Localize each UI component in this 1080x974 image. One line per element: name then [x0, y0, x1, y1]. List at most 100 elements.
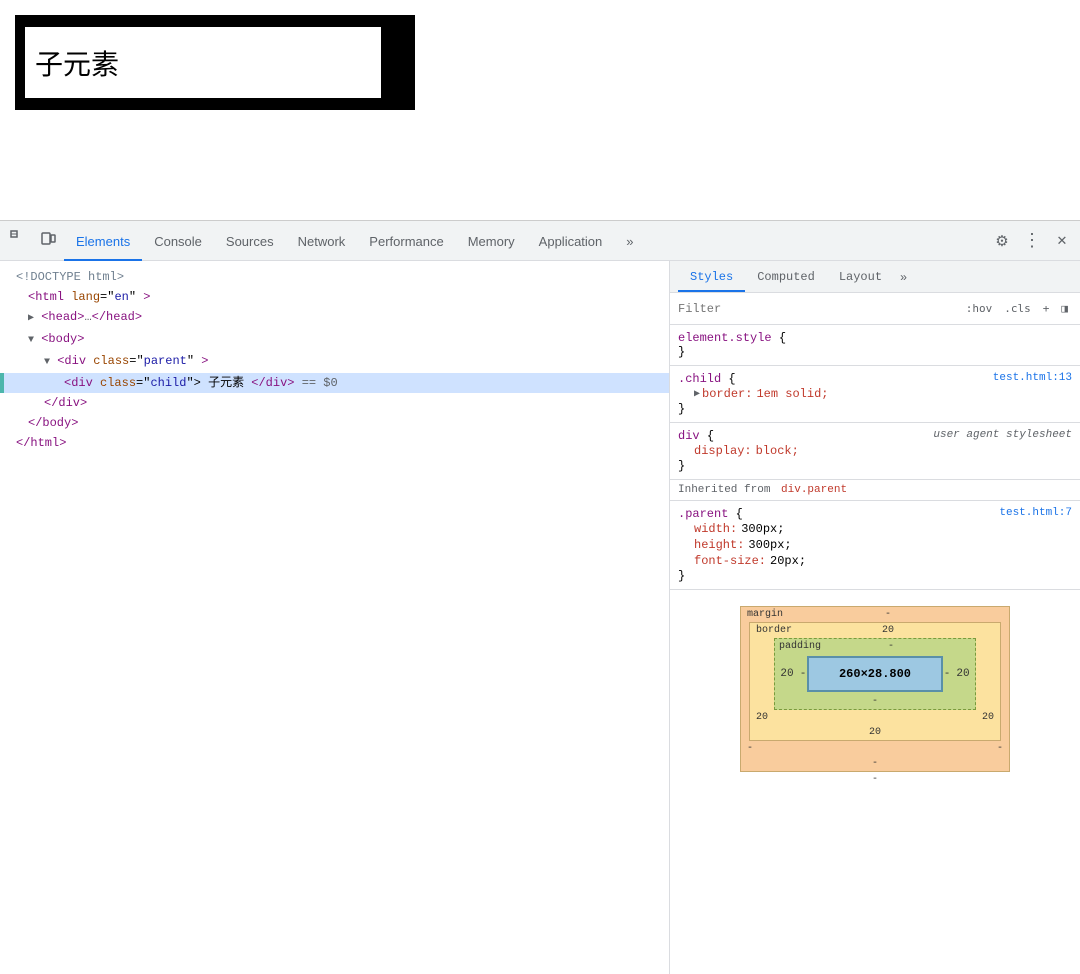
tab-application[interactable]: Application [527, 225, 615, 261]
devtools-toolbar: Elements Console Sources Network Perform… [0, 221, 1080, 261]
tab-network[interactable]: Network [286, 225, 358, 261]
parent-width-property: width: 300px; [678, 521, 1072, 537]
inspect-icon-btn[interactable] [4, 227, 32, 255]
bm-padding-layer: padding - 20 - 2 [774, 638, 976, 710]
parent-rule-header: test.html:7 .parent { [678, 507, 1072, 521]
width-prop-name: width: [694, 522, 737, 536]
styles-tab-styles[interactable]: Styles [678, 264, 745, 292]
bm-margin-right-val: - [997, 743, 1003, 754]
bm-border-layer: border 20 padding - [749, 622, 1001, 741]
bm-content-right-val: 20 [951, 668, 975, 680]
styles-tab-more[interactable]: » [894, 264, 913, 292]
device-toggle-btn[interactable] [34, 227, 62, 255]
html-line-head[interactable]: ▶ <head>…</head> [0, 307, 669, 329]
device-icon [40, 230, 56, 251]
filter-hov-btn[interactable]: :hov [962, 300, 997, 317]
fontsize-prop-name: font-size: [694, 554, 766, 568]
bm-content-box: 260×28.800 [807, 656, 943, 692]
box-model-section: margin - border 20 [670, 590, 1080, 803]
bm-border-top-val: 20 [882, 625, 894, 636]
bm-border-left-val: 20 [756, 712, 768, 723]
devtools-main: <!DOCTYPE html> <html lang="en" > ▶ <hea… [0, 261, 1080, 974]
box-model-diagram: margin - border 20 [740, 606, 1010, 787]
bm-border-label: border [756, 625, 792, 636]
element-style-selector: element.style { [678, 331, 1072, 345]
bm-content-dash-left: - [799, 668, 807, 680]
element-style-close: } [678, 345, 1072, 359]
tab-bar: Elements Console Sources Network Perform… [64, 221, 986, 261]
inspect-icon [10, 230, 26, 251]
filter-plus-btn[interactable]: + [1039, 300, 1054, 317]
more-options-btn[interactable]: ⋮ [1018, 227, 1046, 255]
bm-padding-top-val: - [888, 641, 894, 652]
devtools-panel: Elements Console Sources Network Perform… [0, 220, 1080, 974]
bm-padding-label: padding [779, 641, 821, 652]
border-prop-value: 1em solid; [756, 387, 828, 401]
html-line-doctype[interactable]: <!DOCTYPE html> [0, 267, 669, 287]
elements-panel: <!DOCTYPE html> <html lang="en" > ▶ <hea… [0, 261, 670, 974]
html-line-div-parent-close[interactable]: </div> [0, 393, 669, 413]
styles-tabs: Styles Computed Layout » [670, 261, 1080, 293]
div-ua-source: user agent stylesheet [933, 429, 1072, 441]
toolbar-right: ⚙ ⋮ ✕ [988, 227, 1076, 255]
tab-sources[interactable]: Sources [214, 225, 286, 261]
html-line-html[interactable]: <html lang="en" > [0, 287, 669, 307]
display-prop-name: display: [694, 444, 752, 458]
border-prop-name: border: [702, 387, 752, 401]
tab-more[interactable]: » [614, 225, 645, 261]
parent-rule-source[interactable]: test.html:7 [999, 507, 1072, 519]
style-section-child: test.html:13 .child { ▶ border: 1em soli… [670, 366, 1080, 423]
bm-border-middle-row: 20 20 [750, 710, 1000, 725]
tab-elements[interactable]: Elements [64, 225, 142, 261]
parent-rule-close: } [678, 569, 1072, 583]
child-rule-header: test.html:13 .child { [678, 372, 1072, 386]
styles-filter-input[interactable] [678, 302, 956, 316]
filter-toggle-btn[interactable]: ◨ [1057, 300, 1072, 317]
filter-cls-btn[interactable]: .cls [1000, 300, 1035, 317]
styles-tab-layout[interactable]: Layout [827, 264, 894, 292]
bm-padding-bottom-row: - [775, 694, 975, 709]
tab-console[interactable]: Console [142, 225, 214, 261]
tab-performance[interactable]: Performance [357, 225, 455, 261]
border-arrow-icon[interactable]: ▶ [694, 388, 700, 400]
html-line-body-open[interactable]: ▼ <body> [0, 329, 669, 351]
tab-memory[interactable]: Memory [456, 225, 527, 261]
bm-border-top-row: border 20 [750, 623, 1000, 638]
more-options-icon: ⋮ [1023, 230, 1041, 251]
settings-icon: ⚙ [995, 232, 1008, 250]
bm-margin-dash: - [885, 609, 891, 620]
inherited-class[interactable]: div.parent [781, 484, 847, 496]
html-line-html-close[interactable]: </html> [0, 433, 669, 453]
preview-text: 子元素 [35, 43, 119, 83]
height-prop-value: 300px; [748, 538, 791, 552]
html-line-div-parent[interactable]: ▼ <div class="parent" > [0, 351, 669, 373]
parent-selector: .parent [678, 507, 728, 521]
bm-margin-layer: margin - border 20 [740, 606, 1010, 772]
close-btn[interactable]: ✕ [1048, 227, 1076, 255]
div-display-property: display: block; [678, 443, 1072, 459]
preview-area: 子元素 [0, 0, 1080, 220]
bm-margin-label: margin [747, 609, 783, 620]
parent-height-property: height: 300px; [678, 537, 1072, 553]
bm-padding-bottom-val: - [872, 696, 878, 707]
child-rule-close: } [678, 402, 1072, 416]
bm-margin-bottom-val: - [872, 758, 878, 769]
div-rule-close: } [678, 459, 1072, 473]
settings-btn[interactable]: ⚙ [988, 227, 1016, 255]
html-line-body-close[interactable]: </body> [0, 413, 669, 433]
bm-margin-top-row: margin - [741, 607, 1009, 622]
style-section-parent: test.html:7 .parent { width: 300px; heig… [670, 501, 1080, 590]
child-border-property: ▶ border: 1em solid; [678, 386, 1072, 402]
child-rule-source[interactable]: test.html:13 [993, 372, 1072, 384]
div-rule-header: user agent stylesheet div { [678, 429, 1072, 443]
html-line-div-child[interactable]: <div class="child"> 子元素 </div> == $0 [0, 373, 669, 393]
preview-inner: 子元素 [23, 25, 383, 100]
bm-border-bottom-row: 20 [750, 725, 1000, 740]
fontsize-prop-value: 20px; [770, 554, 806, 568]
bm-padding-top-row: padding - [775, 639, 975, 654]
parent-fontsize-property: font-size: 20px; [678, 553, 1072, 569]
close-icon: ✕ [1057, 233, 1068, 249]
styles-tab-computed[interactable]: Computed [745, 264, 827, 292]
height-prop-name: height: [694, 538, 744, 552]
bm-content-row: 20 - 260×28.800 - 20 [775, 656, 975, 692]
